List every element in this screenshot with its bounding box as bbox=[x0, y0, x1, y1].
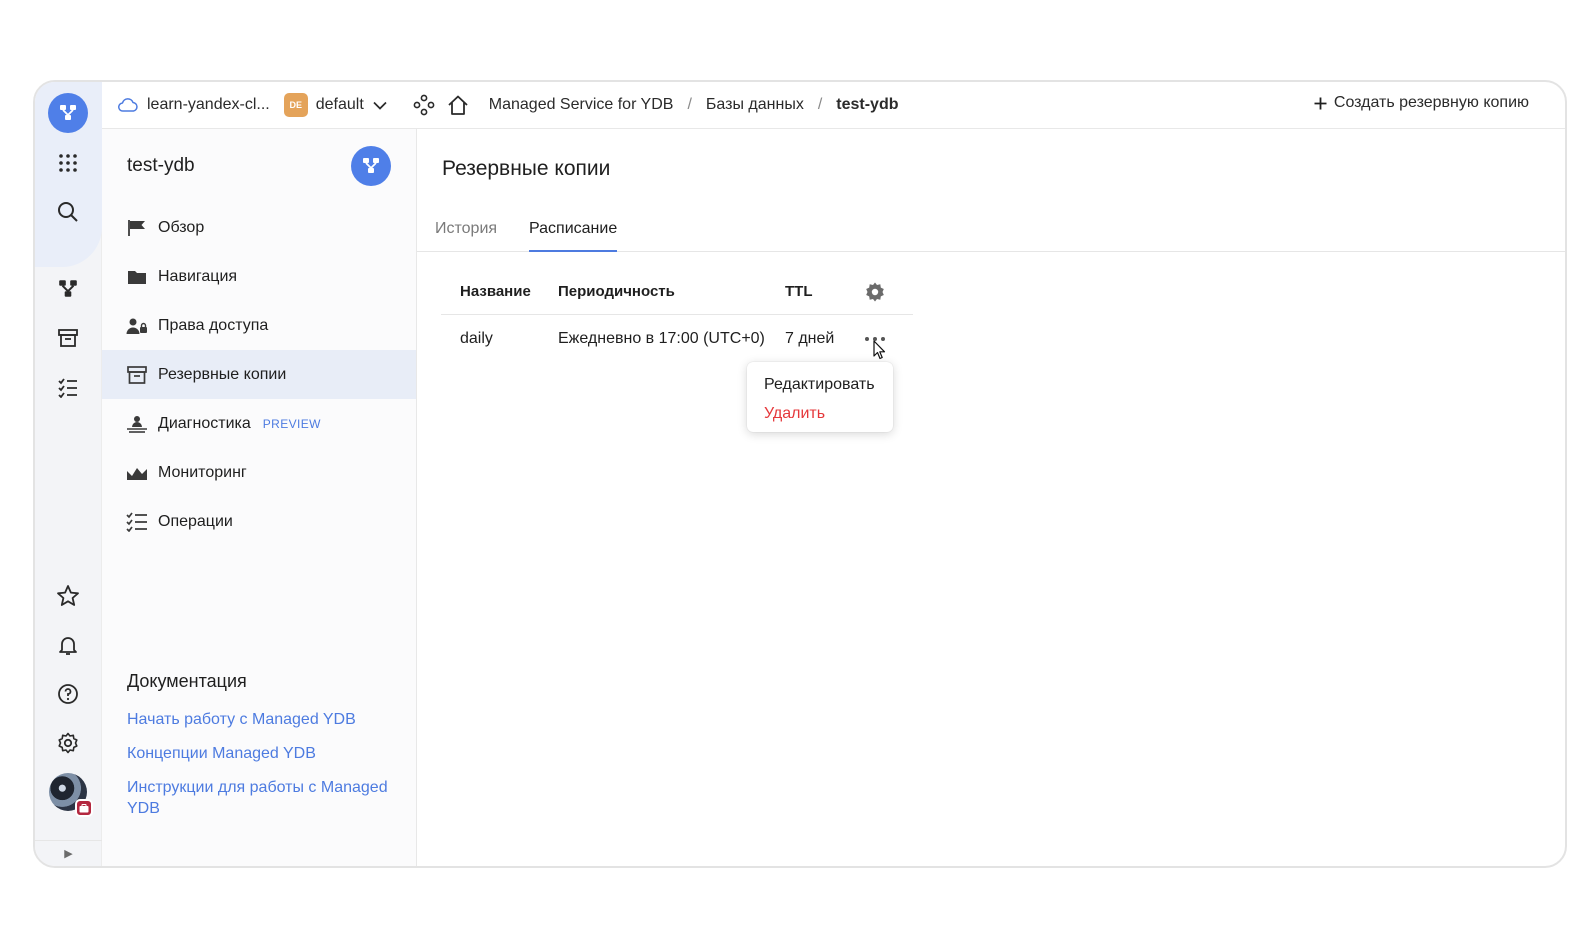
archive-icon bbox=[126, 364, 148, 386]
notifications-bell-icon[interactable] bbox=[43, 625, 93, 665]
sidebar-item-label: Навигация bbox=[158, 267, 238, 285]
cloud-icon bbox=[118, 98, 138, 112]
users-lock-icon bbox=[126, 315, 148, 337]
folder-selector[interactable]: DE default bbox=[283, 93, 387, 117]
tabs: История Расписание bbox=[417, 212, 1565, 252]
avatar bbox=[49, 773, 93, 817]
database-title: test-ydb bbox=[127, 155, 195, 176]
favorites-star-icon[interactable] bbox=[43, 576, 93, 616]
breadcrumb-current: test-ydb bbox=[836, 96, 899, 113]
sidebar-item-overview[interactable]: Обзор bbox=[102, 203, 416, 252]
search-icon[interactable] bbox=[43, 192, 93, 232]
row-actions-menu: Редактировать Удалить bbox=[747, 362, 893, 432]
briefcase-icon bbox=[75, 799, 93, 817]
sidebar-item-diagnostics[interactable]: Диагностика PREVIEW bbox=[102, 399, 416, 448]
user-avatar-button[interactable] bbox=[43, 772, 93, 817]
column-header-period[interactable]: Периодичность bbox=[558, 269, 675, 314]
expand-rail-button[interactable]: ▶ bbox=[35, 840, 102, 866]
cloud-name: learn-yandex-cl... bbox=[147, 96, 270, 113]
column-header-ttl[interactable]: TTL bbox=[785, 269, 813, 314]
page-title: Резервные копии bbox=[442, 157, 611, 180]
preview-badge: PREVIEW bbox=[262, 416, 321, 431]
service-map-icon[interactable] bbox=[413, 94, 435, 116]
table-row[interactable]: daily Ежедневно в 17:00 (UTC+0) 7 дней bbox=[441, 315, 913, 363]
ydb-logo-button[interactable] bbox=[43, 93, 93, 133]
docs-link-instructions[interactable]: Инструкции для работы с Managed YDB bbox=[127, 777, 402, 819]
console-window: ▶ learn-yandex-cl... DE default Managed … bbox=[33, 80, 1567, 868]
ydb-service-icon[interactable] bbox=[43, 269, 93, 309]
sidebar-item-access[interactable]: Права доступа bbox=[102, 301, 416, 350]
sidebar-item-label: Права доступа bbox=[158, 316, 269, 334]
menu-item-edit[interactable]: Редактировать bbox=[747, 370, 893, 399]
sidebar-item-label: Диагностика bbox=[158, 414, 251, 432]
row-ttl: 7 дней bbox=[785, 330, 835, 347]
plus-icon bbox=[1314, 97, 1327, 110]
ydb-logo-icon bbox=[48, 93, 88, 133]
docs-link-concepts[interactable]: Концепции Managed YDB bbox=[127, 743, 402, 764]
chevron-down-icon bbox=[373, 101, 387, 110]
table-header: Название Периодичность TTL bbox=[441, 269, 913, 315]
tab-schedule[interactable]: Расписание bbox=[529, 220, 618, 252]
column-header-name[interactable]: Название bbox=[460, 269, 531, 314]
sidebar-item-label: Обзор bbox=[158, 218, 205, 236]
folder-badge: DE bbox=[283, 93, 308, 117]
sidebar-item-navigation[interactable]: Навигация bbox=[102, 252, 416, 301]
sidebar-item-operations[interactable]: Операции bbox=[102, 497, 416, 546]
row-name: daily bbox=[460, 330, 493, 347]
top-bar: learn-yandex-cl... DE default Managed Se… bbox=[102, 82, 1565, 129]
sidebar-item-backups[interactable]: Резервные копии bbox=[102, 350, 416, 399]
expand-triangle-icon: ▶ bbox=[64, 848, 73, 860]
create-backup-label: Создать резервную копию bbox=[1333, 94, 1529, 111]
sidebar-item-label: Резервные копии bbox=[158, 365, 287, 383]
cloud-selector[interactable]: learn-yandex-cl... bbox=[118, 96, 270, 114]
diagnostics-icon bbox=[126, 413, 148, 435]
main-content: Резервные копии История Расписание Назва… bbox=[417, 129, 1565, 866]
chart-icon bbox=[126, 462, 148, 484]
archive-icon[interactable] bbox=[43, 318, 93, 358]
help-icon[interactable] bbox=[43, 674, 93, 714]
services-grid-icon[interactable] bbox=[43, 143, 93, 183]
breadcrumb-databases[interactable]: Базы данных bbox=[706, 96, 804, 114]
settings-gear-icon[interactable] bbox=[43, 723, 93, 763]
breadcrumb-service[interactable]: Managed Service for YDB bbox=[489, 96, 674, 114]
folder-name: default bbox=[315, 96, 364, 113]
home-icon[interactable] bbox=[447, 94, 469, 116]
flag-icon bbox=[126, 217, 148, 239]
tab-history[interactable]: История bbox=[435, 220, 497, 252]
table-settings-gear-icon[interactable] bbox=[864, 269, 886, 314]
folder-icon bbox=[126, 266, 148, 288]
left-rail: ▶ bbox=[35, 82, 102, 866]
menu-item-delete[interactable]: Удалить bbox=[747, 399, 893, 428]
operations-list-icon[interactable] bbox=[43, 367, 93, 407]
sidebar-item-label: Мониторинг bbox=[158, 463, 247, 481]
breadcrumb: Managed Service for YDB / Базы данных / … bbox=[488, 96, 899, 114]
database-logo-icon bbox=[351, 146, 391, 186]
row-period: Ежедневно в 17:00 (UTC+0) bbox=[558, 330, 765, 347]
list-check-icon bbox=[126, 511, 148, 533]
docs-link-getting-started[interactable]: Начать работу с Managed YDB bbox=[127, 709, 402, 730]
sidebar-item-label: Операции bbox=[158, 512, 233, 530]
docs-title: Документация bbox=[127, 671, 247, 691]
schedule-table: Название Периодичность TTL daily Ежеднев… bbox=[441, 269, 913, 363]
create-backup-button[interactable]: Создать резервную копию bbox=[1314, 94, 1529, 112]
sidebar-item-monitoring[interactable]: Мониторинг bbox=[102, 448, 416, 497]
sidebar: test-ydb Обзор Навигация Права доступа Р… bbox=[102, 129, 417, 866]
